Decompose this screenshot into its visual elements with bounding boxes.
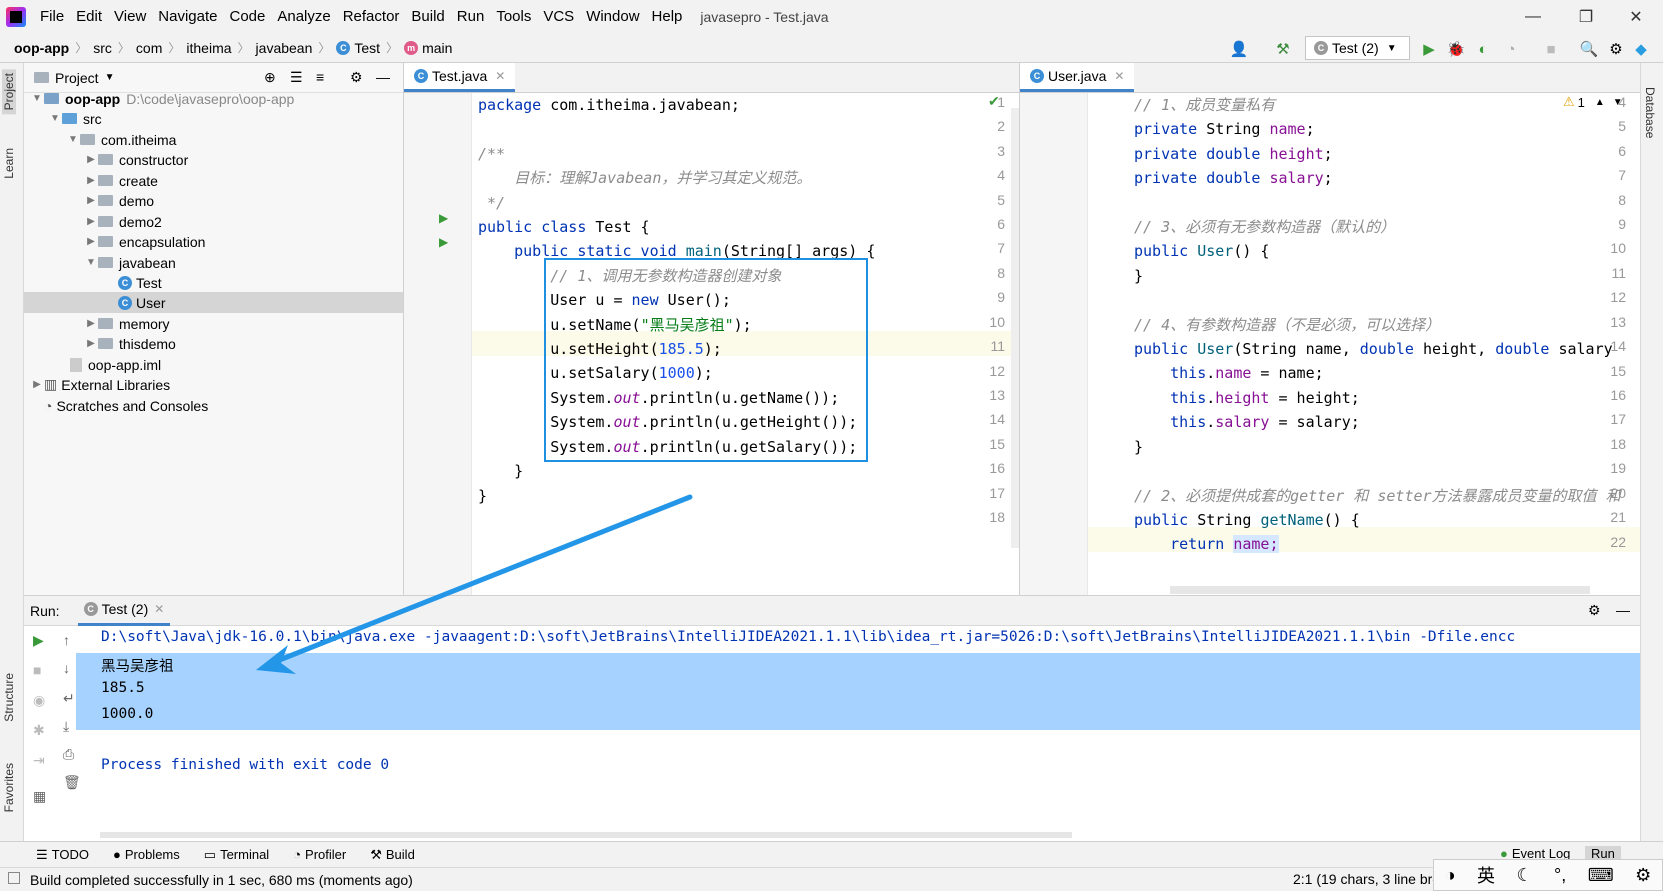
status-message: Build completed successfully in 1 sec, 6… bbox=[30, 871, 413, 888]
terminal-icon: ▭ bbox=[203, 846, 217, 862]
ime-punct-icon[interactable]: °, bbox=[1554, 865, 1566, 886]
ime-settings-icon[interactable]: ⚙ bbox=[1635, 865, 1651, 886]
profiler-icon: ◔ bbox=[293, 847, 302, 862]
ime-toolbar: ◑ 英 ☾ °, ⌨ ⚙ bbox=[1433, 859, 1663, 891]
profiler-tab[interactable]: ◔ Profiler bbox=[293, 847, 346, 862]
problems-icon: ● bbox=[112, 847, 121, 862]
ime-moon-icon[interactable]: ☾ bbox=[1516, 865, 1532, 886]
ime-lang-button[interactable]: 英 bbox=[1477, 862, 1495, 888]
annotation-arrow bbox=[256, 494, 693, 674]
status-toggle-icon[interactable] bbox=[8, 872, 20, 884]
terminal-tab[interactable]: ▭ Terminal bbox=[204, 847, 269, 863]
build-tab[interactable]: ⚒ Build bbox=[370, 847, 415, 863]
bottom-tool-tabs: ☰ TODO ● Problems ▭ Terminal ◔ Profiler ⚒ Bui… bbox=[0, 841, 1663, 867]
ime-keyboard-icon[interactable]: ⌨ bbox=[1588, 865, 1614, 886]
list-icon: ☰ bbox=[36, 846, 48, 862]
build-hammer-icon: ⚒ bbox=[370, 846, 382, 862]
status-bar: Build completed successfully in 1 sec, 6… bbox=[0, 867, 1663, 891]
ime-logo-icon[interactable]: ◑ bbox=[1445, 865, 1456, 886]
problems-tab[interactable]: ● Problems bbox=[113, 847, 180, 862]
caret-position[interactable]: 2:1 (19 chars, 3 line bre bbox=[1293, 871, 1440, 887]
todo-tab[interactable]: ☰ TODO bbox=[36, 847, 89, 863]
